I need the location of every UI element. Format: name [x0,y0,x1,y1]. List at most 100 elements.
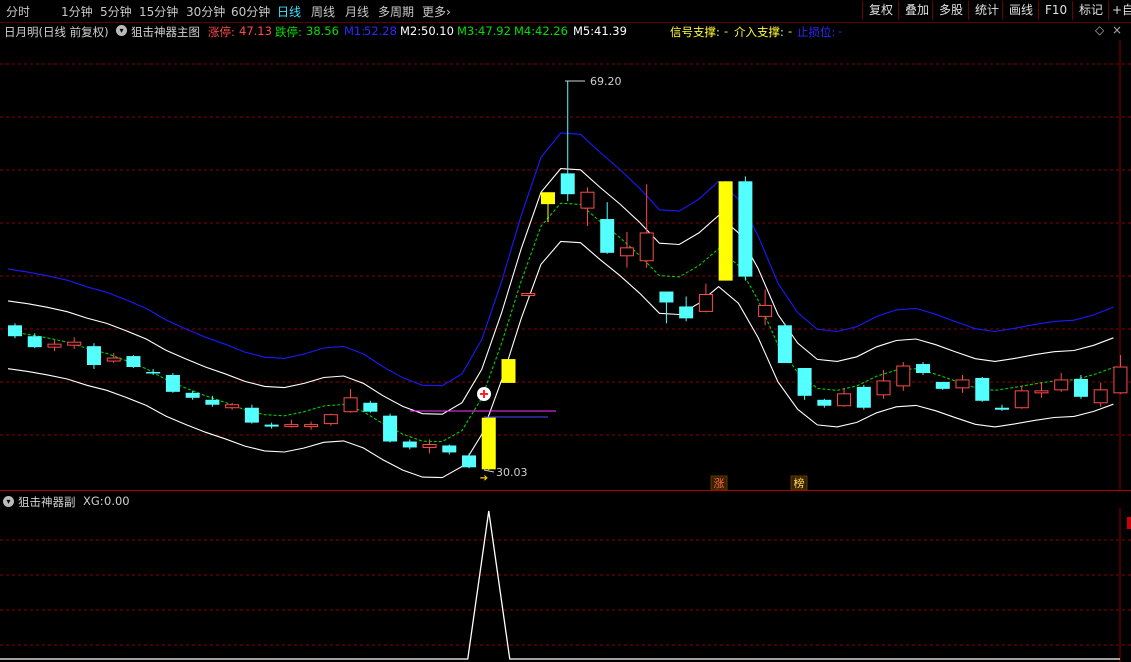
pane-divider [0,490,1131,491]
candle-body-up [225,404,240,409]
multi-stock-button[interactable]: 多股 [932,1,968,20]
zhangting-value: 47.13 [239,24,272,38]
m2-label: M2: [400,24,422,38]
buy-signal-icon [477,387,491,401]
main-info-bar: 日月明(日线 前复权) ▾ 狙击神器主图 涨停: 47.13 跌停: 38.56… [0,22,1131,40]
m1-label: M1: [344,24,366,38]
candle-body-down [738,181,753,277]
m5-label: M5: [573,24,595,38]
candle-body-up [955,379,970,389]
chevron-down-icon[interactable]: ▾ [116,25,127,36]
candle-body-down [383,415,398,442]
f10-button[interactable]: F10 [1038,1,1072,20]
candle-body-down [995,407,1009,410]
period-tab-more[interactable]: 更多› [422,3,451,20]
candle-body-down [916,364,931,373]
candle-body-limit [501,359,516,383]
entry-support-value: - [788,24,793,38]
candle-body-up [343,397,358,413]
diamond-icon[interactable]: ◇ [1095,23,1104,37]
bang-tag-text: 榜 [794,476,805,490]
candle-body-down [560,173,575,195]
period-tab-timeshare[interactable]: 分时 [6,3,30,20]
auto-button[interactable]: +自 [1108,1,1131,20]
chevron-down-icon[interactable]: ▾ [3,496,14,507]
candle-body-down [146,371,161,374]
candle-body-down [363,402,378,412]
period-tab-5min[interactable]: 5分钟 [100,3,132,20]
xg-value: 0.00 [104,494,130,508]
entry-support-label: 介入支撑: [734,25,784,39]
candle-body-down [856,386,871,408]
main-chart[interactable]: 69.20 30.03 ➔ 涨 榜 [0,40,1131,492]
period-tab-monthly[interactable]: 月线 [345,3,369,20]
candle-body-limit [481,417,496,470]
period-tab-multi[interactable]: 多周期 [378,3,414,20]
main-indicator-name[interactable]: 狙击神器主图 [131,24,200,40]
candle-body-down [817,399,832,406]
m4-label: M4: [514,24,536,38]
stock-title: 日月明(日线 前复权) [4,25,109,39]
zhangting-label: 涨停: [208,25,235,39]
more-label: 更多 [422,5,447,19]
candle-body-down [935,381,950,389]
zhang-tag-text: 涨 [714,477,725,490]
close-icon[interactable]: × [1112,23,1122,37]
dieting-value: 38.56 [306,24,339,38]
high-price-label: 69.20 [590,75,622,88]
candle-body-up [758,304,773,317]
period-tab-30min[interactable]: 30分钟 [186,3,225,20]
candle-body-up [1113,366,1128,394]
scroll-handle[interactable] [1127,517,1131,529]
sub-chart[interactable] [0,508,1131,662]
sub-info-bar: ▾ 狙击神器副 XG: 0.00 [0,492,1131,509]
band-lower-white [7,240,1114,479]
candle-body-down [165,374,180,392]
candle-body-up [422,443,437,448]
m5-value: 41.39 [594,24,627,38]
candle-body-down [462,455,477,468]
candle-body-down [244,407,259,423]
channel-bands [7,132,1114,479]
candle-body-down [679,306,694,319]
candle-body-up [896,365,911,387]
candle-body-up [1093,389,1108,404]
candle-body-down [1073,378,1088,397]
candle-body-down [185,392,200,398]
top-toolbar: 分时 1分钟 5分钟 15分钟 30分钟 60分钟 日线 周线 月线 多周期 更… [0,0,1131,23]
draw-line-button[interactable]: 画线 [1002,1,1038,20]
candle-body-limit [718,181,733,281]
candle-body-up [284,424,299,428]
candle-body-down [8,325,22,337]
period-tab-daily[interactable]: 日线 [277,3,301,20]
candle-body-up [323,414,338,425]
candle-body-down [797,368,812,396]
candle-body-down [86,346,101,366]
candle-body-up [304,424,319,428]
signal-support-label: 信号支撑: [670,25,720,39]
candle-body-down [777,325,792,364]
candle-body-down [264,424,279,427]
candle-body-up [1014,390,1029,409]
candle-body-up [47,343,62,348]
candle-body-down [600,219,615,253]
candle-body-down [442,445,457,453]
statistics-button[interactable]: 统计 [968,1,1002,20]
candle-body-down [126,356,141,368]
mark-button[interactable]: 标记 [1072,1,1108,20]
candle-body-up [876,380,891,396]
candle-body-up [106,357,121,362]
period-tab-15min[interactable]: 15分钟 [139,3,178,20]
fuquan-button[interactable]: 复权 [862,1,898,20]
overlay-button[interactable]: 叠加 [898,1,932,20]
band-mid-green [7,202,1114,443]
candle-body-down [27,336,42,348]
period-tab-1min[interactable]: 1分钟 [61,3,93,20]
period-tab-weekly[interactable]: 周线 [311,3,335,20]
dieting-label: 跌停: [275,25,302,39]
stop-loss-value: - [838,24,843,38]
period-tab-60min[interactable]: 60分钟 [231,3,270,20]
candle-body-up [639,232,654,262]
grid-lines [0,40,1131,490]
m4-value: 42.26 [535,24,568,38]
